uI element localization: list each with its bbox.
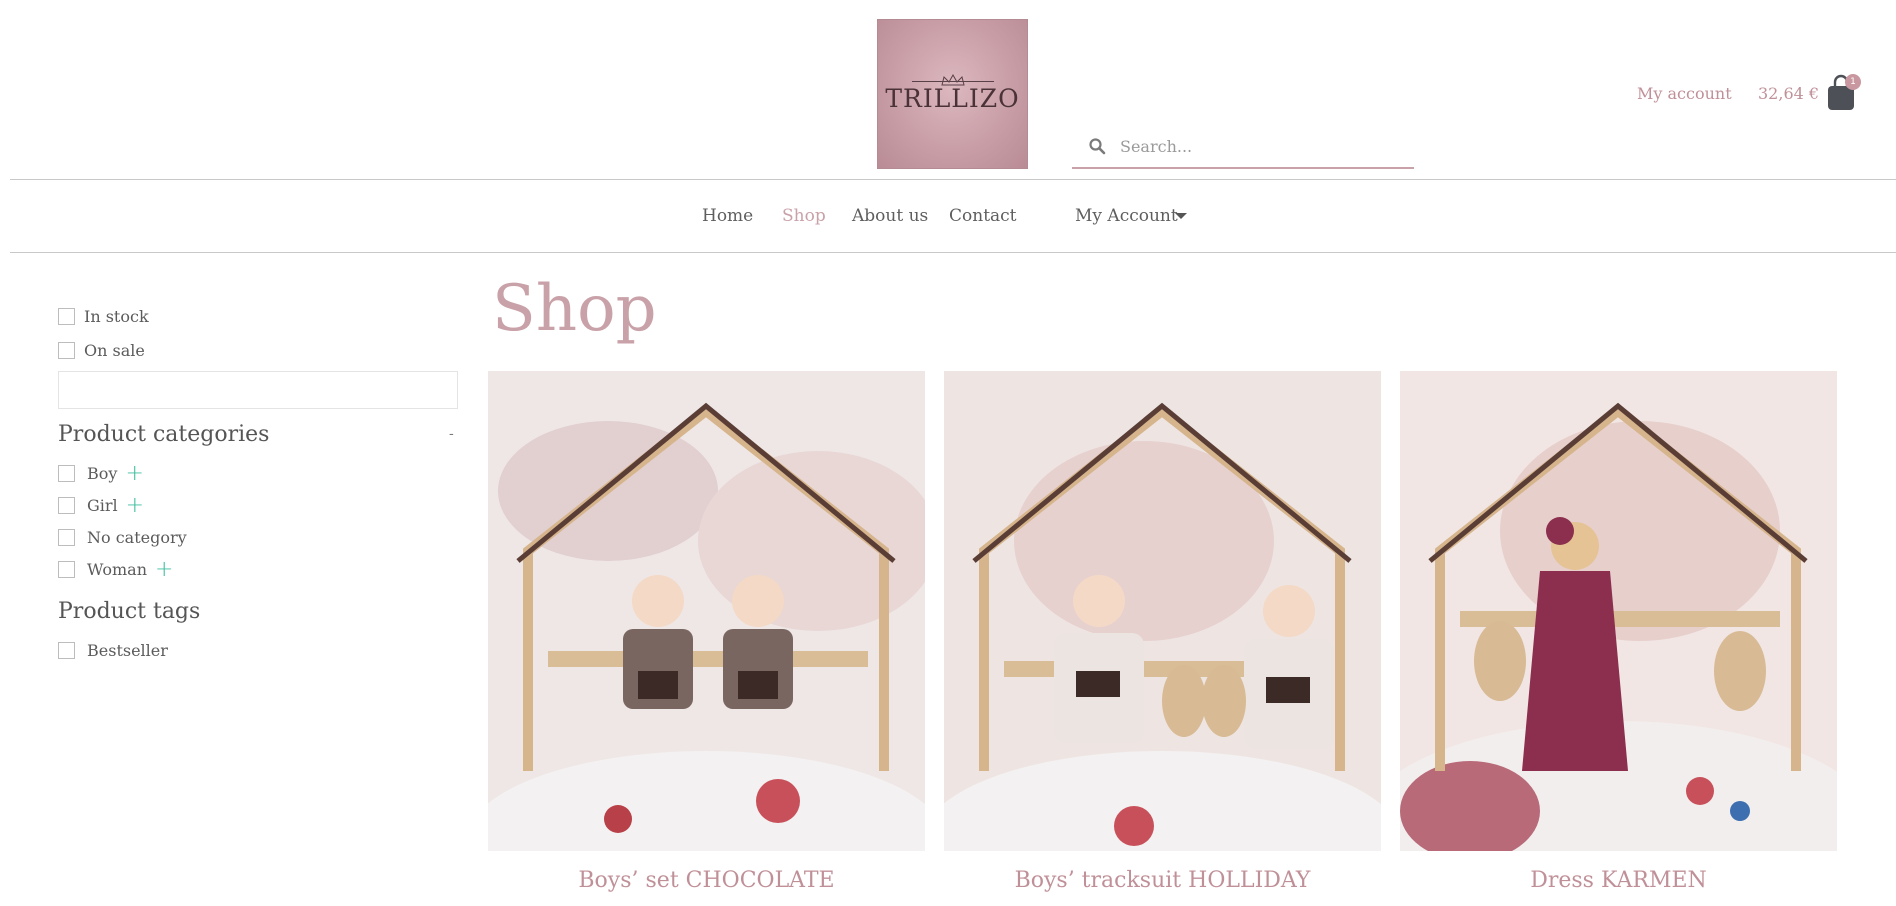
category-label: Girl (87, 496, 118, 515)
logo-rule (912, 81, 994, 82)
tag-bestseller[interactable]: Bestseller (58, 641, 168, 660)
category-boy[interactable]: Boy + (58, 462, 144, 484)
cart-count-badge: 1 (1845, 74, 1861, 90)
product-tags-title: Product tags (58, 599, 201, 624)
plus-icon[interactable]: + (126, 494, 144, 516)
checkbox[interactable] (58, 561, 75, 578)
brand-logo[interactable]: TRILLIZO (877, 19, 1028, 169)
nav-my-account[interactable]: My Account (1075, 206, 1178, 226)
categories-collapse-toggle[interactable]: - (449, 426, 454, 442)
category-no-category[interactable]: No category (58, 528, 187, 547)
category-label: Boy (87, 464, 118, 483)
product-image[interactable] (1400, 371, 1837, 851)
checkbox[interactable] (58, 497, 75, 514)
category-woman[interactable]: Woman + (58, 558, 173, 580)
product-card[interactable]: Boys’ set CHOCOLATE (488, 371, 925, 893)
product-categories-title: Product categories (58, 422, 270, 447)
product-image[interactable] (488, 371, 925, 851)
checkbox[interactable] (58, 465, 75, 482)
cart-total[interactable]: 32,64 € (1758, 84, 1819, 103)
product-card[interactable]: Dress KARMEN (1400, 371, 1837, 893)
filter-input-box[interactable] (58, 371, 458, 409)
product-title[interactable]: Boys’ tracksuit HOLLIDAY (944, 868, 1381, 893)
product-card[interactable]: Boys’ tracksuit HOLLIDAY (944, 371, 1381, 893)
nav-about-us[interactable]: About us (852, 206, 928, 226)
product-title[interactable]: Boys’ set CHOCOLATE (488, 868, 925, 893)
checkbox[interactable] (58, 642, 75, 659)
search-input[interactable] (1120, 133, 1400, 159)
nav-contact[interactable]: Contact (949, 206, 1017, 226)
logo-text: TRILLIZO (885, 84, 1020, 113)
tag-label: Bestseller (87, 641, 168, 660)
checkbox[interactable] (58, 342, 75, 359)
page-title: Shop (492, 272, 657, 346)
nav-divider (10, 252, 1896, 253)
search-icon[interactable] (1088, 137, 1106, 155)
category-label: Woman (87, 560, 148, 579)
header-divider (10, 179, 1896, 180)
plus-icon[interactable]: + (125, 462, 143, 484)
filter-in-stock[interactable]: In stock (58, 307, 149, 326)
nav-shop[interactable]: Shop (782, 206, 826, 226)
filter-label: On sale (84, 341, 145, 360)
checkbox[interactable] (58, 308, 75, 325)
nav-home[interactable]: Home (702, 206, 753, 226)
plus-icon[interactable]: + (155, 558, 173, 580)
filter-on-sale[interactable]: On sale (58, 341, 145, 360)
product-title[interactable]: Dress KARMEN (1400, 868, 1837, 893)
product-image[interactable] (944, 371, 1381, 851)
search-bar (1072, 125, 1414, 169)
chevron-down-icon[interactable] (1175, 213, 1187, 219)
checkbox[interactable] (58, 529, 75, 546)
my-account-link[interactable]: My account (1637, 84, 1732, 103)
filter-label: In stock (84, 307, 149, 326)
category-label: No category (87, 528, 187, 547)
category-girl[interactable]: Girl + (58, 494, 144, 516)
